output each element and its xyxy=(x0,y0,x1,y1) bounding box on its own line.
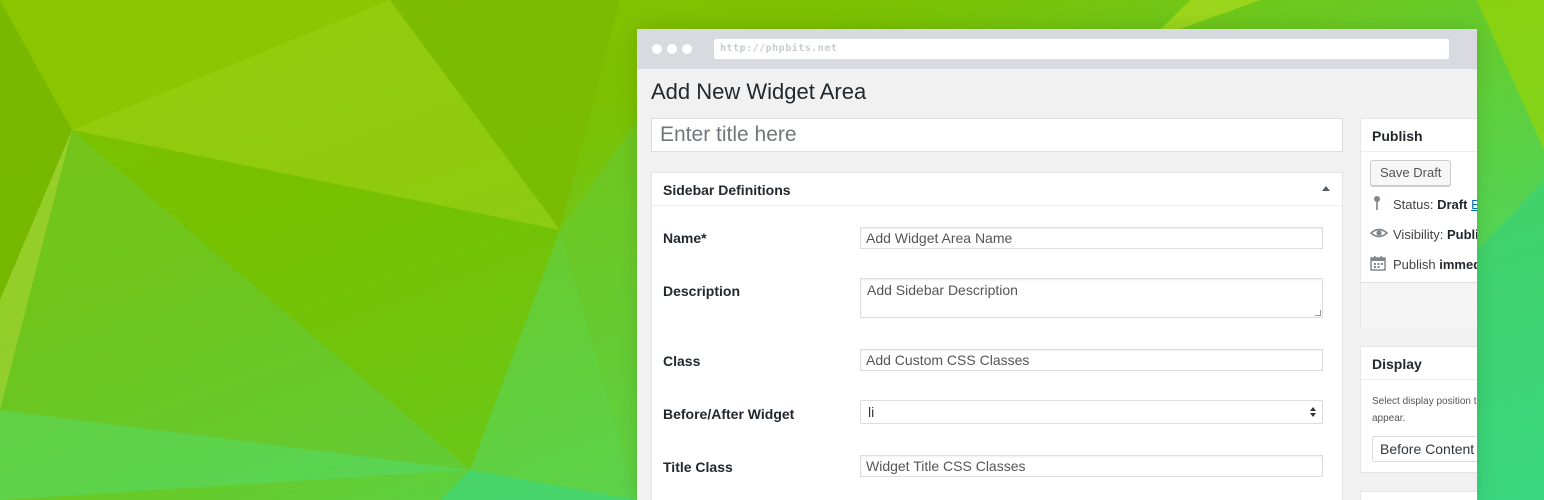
display-box: Display Select display position to appea… xyxy=(1360,346,1477,473)
save-draft-button[interactable]: Save Draft xyxy=(1370,160,1452,186)
browser-window: http://phpbits.net Add New Widget Area S… xyxy=(637,29,1477,500)
display-hint: Select display position to appear. xyxy=(1372,396,1477,424)
before-after-widget-label: Before/After Widget xyxy=(663,406,795,422)
publish-heading: Publish xyxy=(1361,119,1477,152)
css-classes-input[interactable] xyxy=(860,349,1323,371)
description-label: Description xyxy=(663,283,741,299)
edit-status-link[interactable]: Ed xyxy=(1471,197,1477,212)
publish-box: Publish Save Draft Status: Draft Ed Visi… xyxy=(1360,118,1477,328)
status-value: Draft xyxy=(1437,197,1468,212)
collapse-arrow-icon[interactable] xyxy=(1322,186,1330,191)
display-position-select[interactable]: Before Content xyxy=(1372,436,1477,462)
window-maximize-dot[interactable] xyxy=(682,44,692,54)
next-side-box xyxy=(1360,491,1477,500)
sidebar-definitions-header[interactable]: Sidebar Definitions xyxy=(652,173,1342,206)
before-after-widget-select[interactable]: li xyxy=(860,400,1323,424)
class-label: Class xyxy=(663,353,701,369)
publish-timing-value: immedi xyxy=(1439,257,1477,272)
name-label: Name* xyxy=(663,230,707,246)
calendar-icon xyxy=(1370,256,1386,271)
window-close-dot[interactable] xyxy=(652,44,662,54)
visibility-value: Publi xyxy=(1446,227,1477,242)
title-css-classes-input[interactable] xyxy=(860,455,1323,477)
widget-area-name-input[interactable] xyxy=(860,227,1323,249)
visibility-label: Visibility: xyxy=(1393,227,1444,242)
resize-handle-icon[interactable] xyxy=(1315,310,1321,316)
before-after-widget-value: li xyxy=(868,404,875,420)
display-heading: Display xyxy=(1361,347,1477,380)
window-minimize-dot[interactable] xyxy=(667,44,677,54)
description-wrapper xyxy=(860,278,1323,318)
status-label: Status: xyxy=(1393,197,1434,212)
pin-icon xyxy=(1374,196,1380,210)
publish-actions-area xyxy=(1361,282,1477,328)
title-class-label: Title Class xyxy=(663,459,733,475)
publish-label: Publish xyxy=(1393,257,1436,272)
sidebar-definitions-heading: Sidebar Definitions xyxy=(663,182,791,198)
sidebar-description-textarea[interactable] xyxy=(860,278,1323,318)
page-title: Add New Widget Area xyxy=(651,79,867,104)
browser-toolbar: http://phpbits.net xyxy=(637,29,1477,69)
post-title-input[interactable] xyxy=(651,118,1343,152)
select-arrows-icon xyxy=(1310,407,1316,417)
sidebar-definitions-box: Sidebar Definitions Name* Description Cl… xyxy=(651,172,1343,500)
eye-icon xyxy=(1370,228,1388,238)
address-bar[interactable]: http://phpbits.net xyxy=(714,39,1449,59)
